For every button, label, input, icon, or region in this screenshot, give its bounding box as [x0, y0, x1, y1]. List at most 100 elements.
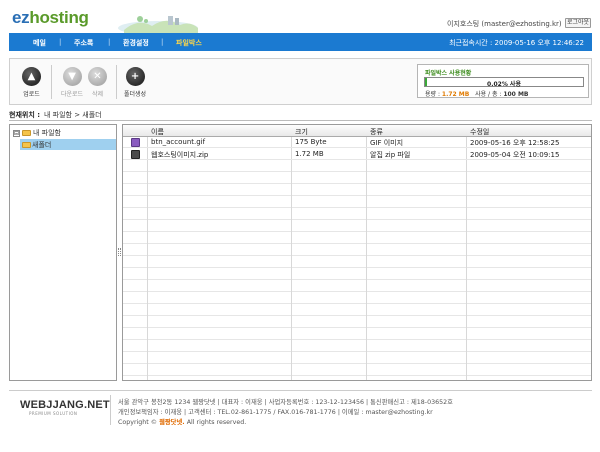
empty-row	[123, 305, 591, 316]
folder-tree: ⊟ 내 파일함 새폴더	[9, 124, 117, 381]
empty-row	[123, 341, 591, 352]
folder-icon	[22, 142, 31, 148]
column-header-type[interactable]: 종류	[370, 127, 383, 137]
column-divider	[291, 125, 292, 380]
footer-copyright: Copyright © 웹짱닷넷. All rights reserved.	[118, 417, 246, 426]
footer-divider	[9, 390, 592, 391]
empty-row	[123, 269, 591, 280]
total-value: 100 MB	[503, 91, 529, 98]
file-name: 웹호스팅이미지.zip	[151, 151, 209, 159]
empty-row	[123, 365, 591, 376]
file-type: GIF 이미지	[370, 139, 404, 147]
file-size: 175 Byte	[295, 138, 327, 146]
location-path: 내 파일함 > 새폴더	[44, 111, 102, 119]
download-icon: ▼	[62, 67, 82, 86]
upload-label: 업로드	[23, 91, 40, 98]
empty-row	[123, 221, 591, 232]
copyright-prefix: Copyright ©	[118, 419, 158, 426]
toolbar-divider	[116, 65, 117, 99]
empty-row	[123, 173, 591, 184]
zip-file-icon	[131, 150, 140, 159]
logo-hosting: hosting	[29, 8, 89, 27]
column-header-size[interactable]: 크기	[295, 127, 308, 137]
nav-item-filebox[interactable]: 파일박스	[176, 38, 202, 48]
empty-row	[123, 281, 591, 292]
empty-row	[123, 197, 591, 208]
usage-progress-bar: 0.02% 사용	[424, 77, 584, 88]
main-nav: 메일 | 주소록 | 환경설정 | 파일박스 최근접속시간 : 2009-05-…	[9, 33, 592, 51]
folder-icon	[22, 130, 31, 136]
tree-item-label: 내 파일함	[33, 129, 61, 137]
collapse-icon[interactable]: ⊟	[13, 129, 20, 137]
header-illustration	[118, 16, 198, 34]
column-divider	[147, 125, 148, 380]
empty-row	[123, 377, 591, 380]
nav-item-settings[interactable]: 환경설정	[123, 38, 149, 48]
file-modified: 2009-05-16 오후 12:58:25	[470, 139, 560, 147]
new-folder-label: 폴더생성	[124, 91, 147, 98]
table-row[interactable]: 웹호스팅이미지.zip 1.72 MB 알집 zip 파일 2009-05-04…	[123, 149, 591, 160]
gif-file-icon	[131, 138, 140, 147]
download-button[interactable]: ▼ 다운로드	[61, 67, 83, 98]
column-header-name[interactable]: 이름	[151, 127, 164, 137]
location-label: 현재위치 :	[9, 111, 40, 119]
divider	[9, 120, 592, 121]
logout-button[interactable]: 로그아웃	[565, 18, 591, 28]
column-header-modified[interactable]: 수정일	[470, 127, 489, 137]
user-info: 이지호스팅 (master@ezhosting.kr)	[447, 20, 562, 28]
empty-row	[123, 257, 591, 268]
ezhosting-logo[interactable]: ezhosting	[12, 8, 89, 28]
used-label: 용량 :	[425, 91, 440, 98]
column-divider	[366, 125, 367, 380]
copyright-brand: 웹짱닷넷.	[159, 419, 185, 426]
empty-row	[123, 161, 591, 172]
webjjang-logo-subtitle: PREMIUM SOLUTION	[29, 411, 78, 416]
delete-label: 삭제	[91, 91, 104, 98]
empty-row	[123, 353, 591, 364]
empty-row	[123, 317, 591, 328]
file-type: 알집 zip 파일	[370, 151, 411, 159]
file-modified: 2009-05-04 오전 10:09:15	[470, 151, 560, 159]
empty-row	[123, 209, 591, 220]
toolbar-divider	[51, 65, 52, 99]
footer-separator	[110, 395, 111, 425]
upload-icon: ▲	[22, 67, 41, 86]
footer-contact-info: 개인정보책임자 : 이재웅 | 고객센터 : TEL.02-861-1775 /…	[118, 409, 433, 416]
delete-button[interactable]: ✕ 삭제	[88, 67, 107, 98]
last-login-time: 최근접속시간 : 2009-05-16 오후 12:46:22	[449, 39, 584, 47]
table-row[interactable]: btn_account.gif 175 Byte GIF 이미지 2009-05…	[123, 137, 591, 148]
nav-separator: |	[59, 38, 62, 46]
webjjang-logo: WEBJJANG.NET	[20, 399, 110, 411]
nav-separator: |	[108, 38, 111, 46]
storage-usage-panel: 파일박스 사용현황 0.02% 사용 용량 : 1.72 MB 사용 / 총 :…	[417, 64, 589, 98]
splitter-grip-icon[interactable]	[118, 248, 121, 256]
tree-item-label: 새폴더	[32, 141, 52, 149]
tree-item-my-files[interactable]: ⊟ 내 파일함	[13, 128, 61, 138]
nav-separator: |	[161, 38, 164, 46]
logo-ez: ez	[12, 8, 30, 27]
empty-row	[123, 185, 591, 196]
download-label: 다운로드	[61, 91, 84, 98]
empty-row	[123, 233, 591, 244]
tree-item-new-folder[interactable]: 새폴더	[20, 139, 116, 150]
file-size: 1.72 MB	[295, 150, 324, 158]
usage-detail: 용량 : 1.72 MB 사용 / 총 : 100 MB	[425, 89, 529, 98]
nav-item-mail[interactable]: 메일	[33, 38, 46, 48]
total-label: 사용 / 총 :	[475, 91, 502, 98]
file-list: 이름 크기 종류 수정일 btn_account.gif 175 Byte GI…	[122, 124, 592, 381]
nav-item-addressbook[interactable]: 주소록	[74, 38, 93, 48]
upload-button[interactable]: ▲ 업로드	[22, 67, 41, 98]
add-folder-icon: +	[125, 67, 145, 86]
breadcrumb: 현재위치 : 내 파일함 > 새폴더	[9, 110, 102, 120]
column-divider	[466, 125, 467, 380]
empty-row	[123, 329, 591, 340]
empty-row	[123, 293, 591, 304]
file-list-header: 이름 크기 종류 수정일	[123, 125, 591, 137]
empty-row	[123, 245, 591, 256]
delete-icon: ✕	[88, 67, 107, 86]
footer-company-info: 서울 관악구 봉천2동 1234 웹짱닷넷 | 대표자 : 이재웅 | 사업자등…	[118, 399, 453, 406]
usage-title: 파일박스 사용현황	[425, 70, 472, 77]
used-value: 1.72 MB	[441, 91, 470, 98]
new-folder-button[interactable]: + 폴더생성	[124, 67, 146, 98]
copyright-suffix: All rights reserved.	[186, 419, 247, 426]
